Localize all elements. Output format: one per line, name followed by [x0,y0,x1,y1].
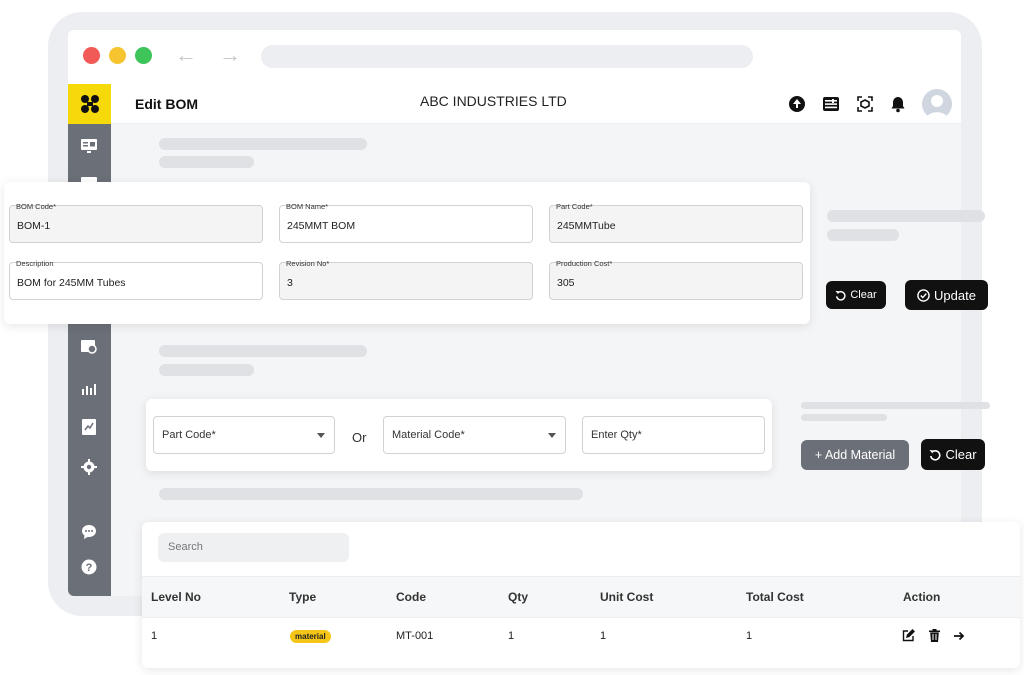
skeleton-line [801,414,887,421]
logo-icon [80,95,99,113]
cell-level-no: 1 [151,630,158,642]
app-header: Edit BOM ABC INDUSTRIES LTD [68,84,961,124]
column-header-unit-cost[interactable]: Unit Cost [600,590,653,604]
part-code-value: 245MMTube [557,220,616,232]
back-arrow-icon[interactable]: ← [175,44,197,66]
document-chart-icon[interactable] [80,418,98,436]
update-button[interactable]: Update [905,280,988,310]
list-settings-icon[interactable] [821,94,841,114]
part-code-select[interactable]: Part Code* [153,416,335,454]
cell-total-cost: 1 [746,630,753,642]
skeleton-line [827,229,899,241]
skeleton-line [159,345,367,357]
bom-code-value: BOM-1 [17,220,51,232]
url-bar[interactable] [261,45,753,68]
close-window-button[interactable] [83,47,100,64]
part-code-field[interactable]: Part Code* 245MMTube [549,202,803,243]
qty-input-placeholder: Enter Qty* [591,429,642,441]
or-label: Or [352,430,367,445]
chevron-down-icon [317,433,325,438]
arrow-right-icon[interactable] [952,629,965,642]
edit-icon[interactable] [902,629,915,642]
skeleton-line [801,402,990,409]
reset-icon [835,290,846,301]
description-field[interactable]: Description BOM for 245MM Tubes [9,259,263,300]
part-code-select-label: Part Code* [162,429,216,441]
minimize-window-button[interactable] [109,47,126,64]
column-header-total-cost[interactable]: Total Cost [746,590,804,604]
page-title: Edit BOM [135,96,198,112]
bom-code-label: BOM Code* [16,202,57,211]
material-clear-button-label: Clear [945,447,977,462]
reset-icon [929,449,941,461]
analytics-icon[interactable] [80,379,98,397]
clear-button-label: Clear [850,289,877,301]
avatar[interactable] [922,89,952,119]
scan-icon[interactable] [855,94,875,114]
skeleton-line [159,488,583,500]
revision-no-label: Revision No* [286,259,330,268]
browser-titlebar: ← → [68,30,961,84]
bom-name-value: 245MMT BOM [287,220,356,232]
help-icon[interactable]: ? [80,558,98,576]
cell-unit-cost: 1 [600,630,607,642]
skeleton-line [159,156,254,168]
company-name: ABC INDUSTRIES LTD [420,93,567,109]
cell-qty: 1 [508,630,515,642]
chevron-down-icon [548,433,556,438]
qty-input[interactable]: Enter Qty* [582,416,765,454]
svg-text:?: ? [86,562,93,574]
production-cost-label: Production Cost* [556,259,613,268]
skeleton-line [827,210,985,222]
add-material-button-label: + Add Material [814,448,896,462]
column-header-action: Action [903,590,941,604]
column-header-code[interactable]: Code [396,590,426,604]
app-logo[interactable] [68,84,111,124]
bom-code-field[interactable]: BOM Code* BOM-1 [9,202,263,243]
maximize-window-button[interactable] [135,47,152,64]
gear-icon[interactable] [80,458,98,476]
material-code-select-label: Material Code* [392,429,465,441]
bom-name-label: BOM Name* [286,202,329,211]
column-header-level-no[interactable]: Level No [151,590,201,604]
search-input[interactable]: Search [158,533,349,562]
description-label: Description [16,259,54,268]
bom-details-card: BOM Code* BOM-1 BOM Name* 245MMT BOM Par… [4,182,810,324]
add-material-button[interactable]: + Add Material [801,440,909,470]
cell-code: MT-001 [396,630,434,642]
forward-arrow-icon[interactable]: → [219,44,241,66]
production-cost-field[interactable]: Production Cost* 305 [549,259,803,300]
material-code-select[interactable]: Material Code* [383,416,566,454]
chat-icon[interactable] [80,523,98,541]
type-badge: material [290,630,331,643]
part-code-label: Part Code* [556,202,593,211]
trash-icon[interactable] [928,629,941,642]
table-header-row [142,576,1020,618]
revision-no-field[interactable]: Revision No* 3 [279,259,533,300]
update-button-label: Update [934,287,976,303]
bom-name-field[interactable]: BOM Name* 245MMT BOM [279,202,533,243]
add-material-card: Part Code* Or Material Code* Enter Qty* [146,399,772,471]
column-header-type[interactable]: Type [289,590,316,604]
bell-icon[interactable] [888,94,908,114]
search-placeholder: Search [168,541,203,553]
reports-view-icon[interactable] [80,338,98,356]
skeleton-line [159,364,254,376]
description-value: BOM for 245MM Tubes [17,277,126,289]
check-circle-icon [917,288,930,302]
column-header-qty[interactable]: Qty [508,590,528,604]
upload-icon[interactable] [787,94,807,114]
clear-button[interactable]: Clear [826,281,886,309]
dashboard-icon[interactable] [80,137,98,155]
production-cost-value: 305 [557,277,575,289]
revision-no-value: 3 [287,277,293,289]
material-clear-button[interactable]: Clear [921,439,985,470]
skeleton-line [159,138,367,150]
